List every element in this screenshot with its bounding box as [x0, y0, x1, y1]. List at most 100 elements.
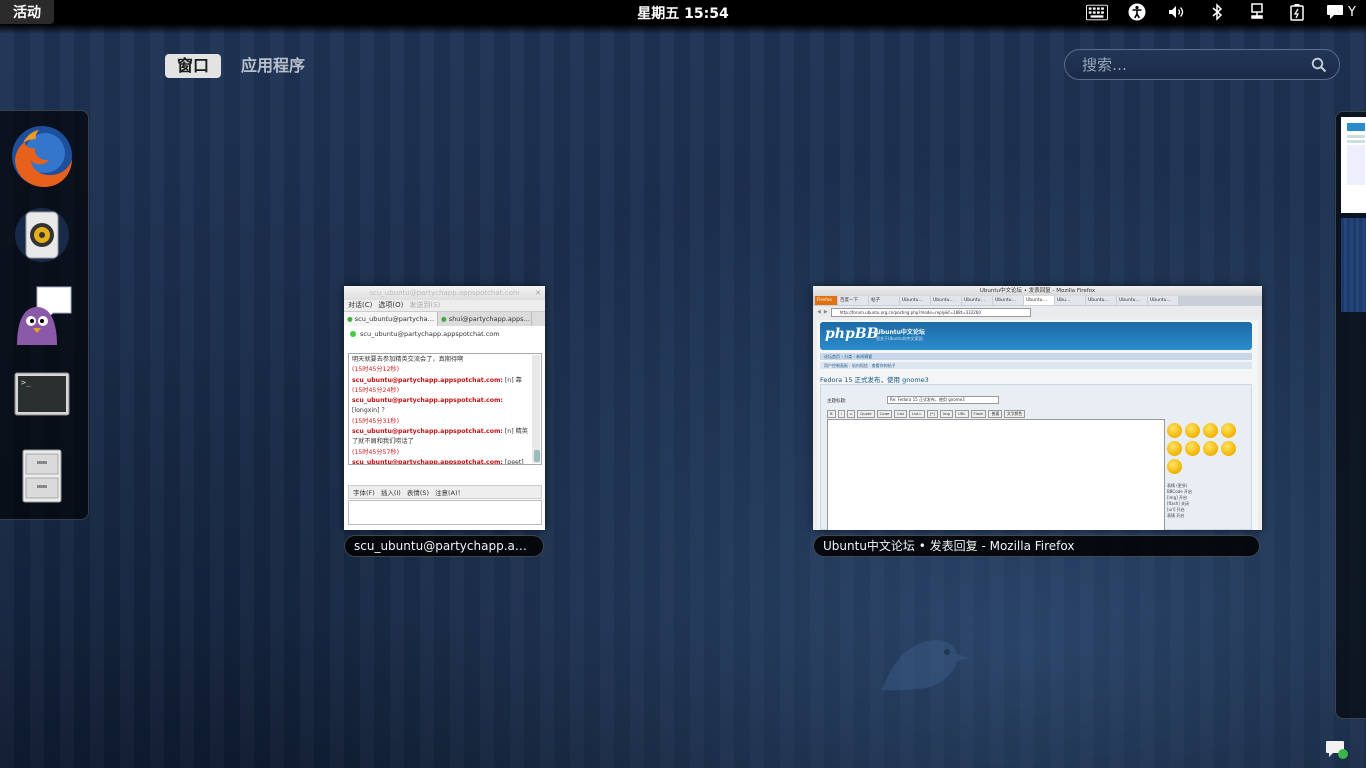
- smiley-icon: [1185, 423, 1200, 438]
- chat-nick: scu_ubuntu@partychapp.appspotchat.com:: [352, 458, 503, 465]
- network-icon[interactable]: [1246, 2, 1268, 22]
- top-bar: 活动 星期五 15:54 Y: [0, 0, 1366, 24]
- menu-bar: 对话(C) 选项(O) 发送到(S): [344, 300, 545, 312]
- browser-tab: Ubuntu…: [931, 296, 961, 305]
- scrollbar-thumb: [534, 450, 540, 462]
- conversation-header: scu_ubuntu@partychapp.appspotchat.com: [344, 326, 545, 342]
- browser-tab: Ubuntu…: [900, 296, 930, 305]
- firefox-menu-button: Firefox: [815, 296, 837, 305]
- browser-tab: Ubuntu…: [993, 296, 1023, 305]
- dash-item-pidgin[interactable]: [7, 281, 77, 351]
- window-caption-chat[interactable]: scu_ubuntu@partychapp.appsp…: [344, 535, 544, 557]
- user-nav: 用户控制面板 · 站内短信 · 查看你的帖子: [820, 362, 1252, 369]
- scrollbar: [532, 355, 540, 463]
- search-icon[interactable]: [1311, 57, 1327, 73]
- file-manager-icon: [22, 449, 62, 503]
- menu-item: 选项(O): [378, 301, 404, 309]
- subject-label: 主题标题:: [827, 399, 847, 404]
- web-page: phpBB Ubuntu中文论坛 您关于Ubuntu的中文家园 论坛首页 ‹ 分…: [817, 320, 1258, 530]
- view-selector: 窗口 应用程序: [165, 54, 317, 78]
- forum-subtitle: 您关于Ubuntu的中文家园: [876, 336, 923, 341]
- smiley-icon: [1221, 423, 1236, 438]
- chat-tab: ● shui@partychapp.apps…: [438, 312, 532, 326]
- forum-logo: phpBB: [825, 326, 879, 342]
- activities-button[interactable]: 活动: [0, 0, 54, 24]
- tab-windows[interactable]: 窗口: [165, 54, 222, 78]
- back-icon: ◀: [817, 309, 821, 315]
- bbcode-button: List: [894, 410, 908, 418]
- bbcode-button: Code: [876, 410, 893, 418]
- browser-tab: Ubuntu…: [962, 296, 992, 305]
- tab-strip: Firefox 百度一下 帖子 Ubuntu… Ubuntu… Ubuntu… …: [813, 296, 1262, 306]
- search-input[interactable]: [1080, 54, 1311, 75]
- smilies-panel: [1167, 423, 1245, 474]
- bbcode-button: i: [837, 410, 845, 418]
- chat-status-icon: [1327, 5, 1344, 19]
- bbcode-button: 普通: [988, 410, 1003, 418]
- chat-line: (15时45分57秒): [352, 448, 400, 456]
- chat-line: [longxin] ？: [352, 407, 388, 415]
- search-box: [1064, 49, 1340, 80]
- forum-banner: phpBB Ubuntu中文论坛 您关于Ubuntu的中文家园: [820, 322, 1252, 350]
- smiley-icon: [1203, 441, 1218, 456]
- browser-tab: Ubu…: [1055, 296, 1085, 305]
- smiley-icon: [1203, 423, 1218, 438]
- battery-icon[interactable]: [1286, 2, 1308, 22]
- volume-icon[interactable]: [1166, 2, 1188, 22]
- bbcode-button: Flash: [970, 410, 987, 418]
- posting-option: 表情 开启: [1167, 513, 1185, 518]
- browser-tab: 帖子: [869, 296, 899, 305]
- toolbar-item: 注意(A)！: [435, 489, 465, 497]
- browser-tab: Ubuntu…: [1024, 296, 1054, 305]
- bbcode-buttons: Bi u Quote Code List List= [*] Img URL Flash 普通 文字颜…: [827, 410, 1026, 418]
- workspace-thumbnail-1[interactable]: [1341, 117, 1366, 213]
- breadcrumb: 论坛首页 ‹ 分类 ‹ 新闻摘要: [820, 353, 1252, 360]
- workspace-thumbnail-2[interactable]: [1341, 218, 1366, 312]
- accessibility-icon[interactable]: [1126, 2, 1148, 22]
- bluetooth-icon[interactable]: [1206, 2, 1228, 22]
- reply-form: 主题标题: Re: Fedora 15 正式发布，使用 gnome3 Bi u Qu…: [820, 384, 1252, 530]
- wallpaper-bird: [882, 640, 969, 691]
- toolbar-item: 表情(S): [406, 489, 430, 497]
- dash: >_: [0, 110, 89, 520]
- svg-text:>_: >_: [21, 378, 31, 387]
- page-title: Fedora 15 正式发布，使用 gnome3: [820, 376, 929, 384]
- dash-item-terminal[interactable]: >_: [7, 359, 77, 429]
- chat-line: scu_ubuntu@partychapp.appspotchat.com: […: [352, 376, 522, 384]
- terminal-icon: >_: [14, 372, 70, 416]
- tab-applications[interactable]: 应用程序: [229, 54, 317, 78]
- chat-log: 明天就要去参加精英交流会了，真期待啊 (15时45分12秒) scu_ubuntu@…: [348, 353, 542, 465]
- chat-line: 了就不屑和我们唠话了: [352, 438, 414, 446]
- bbcode-button: 文字颜色: [1004, 410, 1026, 418]
- smiley-icon: [1167, 459, 1182, 474]
- message-tray-icon[interactable]: [1325, 740, 1349, 760]
- window-thumbnail-firefox[interactable]: Ubuntu中文论坛 • 发表回复 - Mozilla Firefox Fire…: [813, 286, 1262, 530]
- window-thumbnail-chat[interactable]: scu_ubuntu@partychapp.appspotchat.com ✕ 对…: [344, 286, 545, 530]
- bbcode-button: List=: [909, 410, 925, 418]
- browser-tab: Ubuntu…: [1148, 296, 1178, 305]
- chat-line: scu_ubuntu@partychapp.appspotchat.com: […: [352, 428, 528, 436]
- bbcode-button: [*]: [926, 410, 938, 418]
- dash-item-rhythmbox[interactable]: [7, 199, 77, 269]
- keyboard-icon[interactable]: [1086, 2, 1109, 22]
- user-menu[interactable]: Y: [1326, 4, 1356, 20]
- message-entry: [348, 500, 542, 525]
- chat-line: scu_ubuntu@partychapp.appspotchat.com:: [352, 396, 529, 406]
- window-caption-firefox[interactable]: Ubuntu中文论坛 • 发表回复 - Mozilla Firefox: [813, 535, 1260, 557]
- tab-strip: ● scu_ubuntu@partycha… ● shui@partychapp…: [344, 312, 545, 326]
- bbcode-button: Quote: [857, 410, 875, 418]
- smiley-icon: [1167, 423, 1182, 438]
- user-name: Y: [1348, 4, 1356, 20]
- browser-tab: Ubuntu…: [1117, 296, 1147, 305]
- dash-item-files[interactable]: [7, 441, 77, 511]
- chat-nick: scu_ubuntu@partychapp.appspotchat.com:: [352, 428, 503, 436]
- format-toolbar: 字体(F) 插入(I) 表情(S) 注意(A)！: [348, 485, 542, 499]
- bbcode-button: B: [827, 410, 836, 418]
- rhythmbox-icon: [15, 208, 69, 262]
- chat-tab: ● scu_ubuntu@partycha…: [344, 312, 438, 326]
- clock-label[interactable]: 星期五 15:54: [637, 6, 728, 22]
- toolbar-item: 字体(F): [353, 489, 375, 497]
- smiley-icon: [1167, 441, 1182, 456]
- dash-item-firefox[interactable]: [7, 121, 77, 191]
- firefox-icon: [12, 126, 72, 187]
